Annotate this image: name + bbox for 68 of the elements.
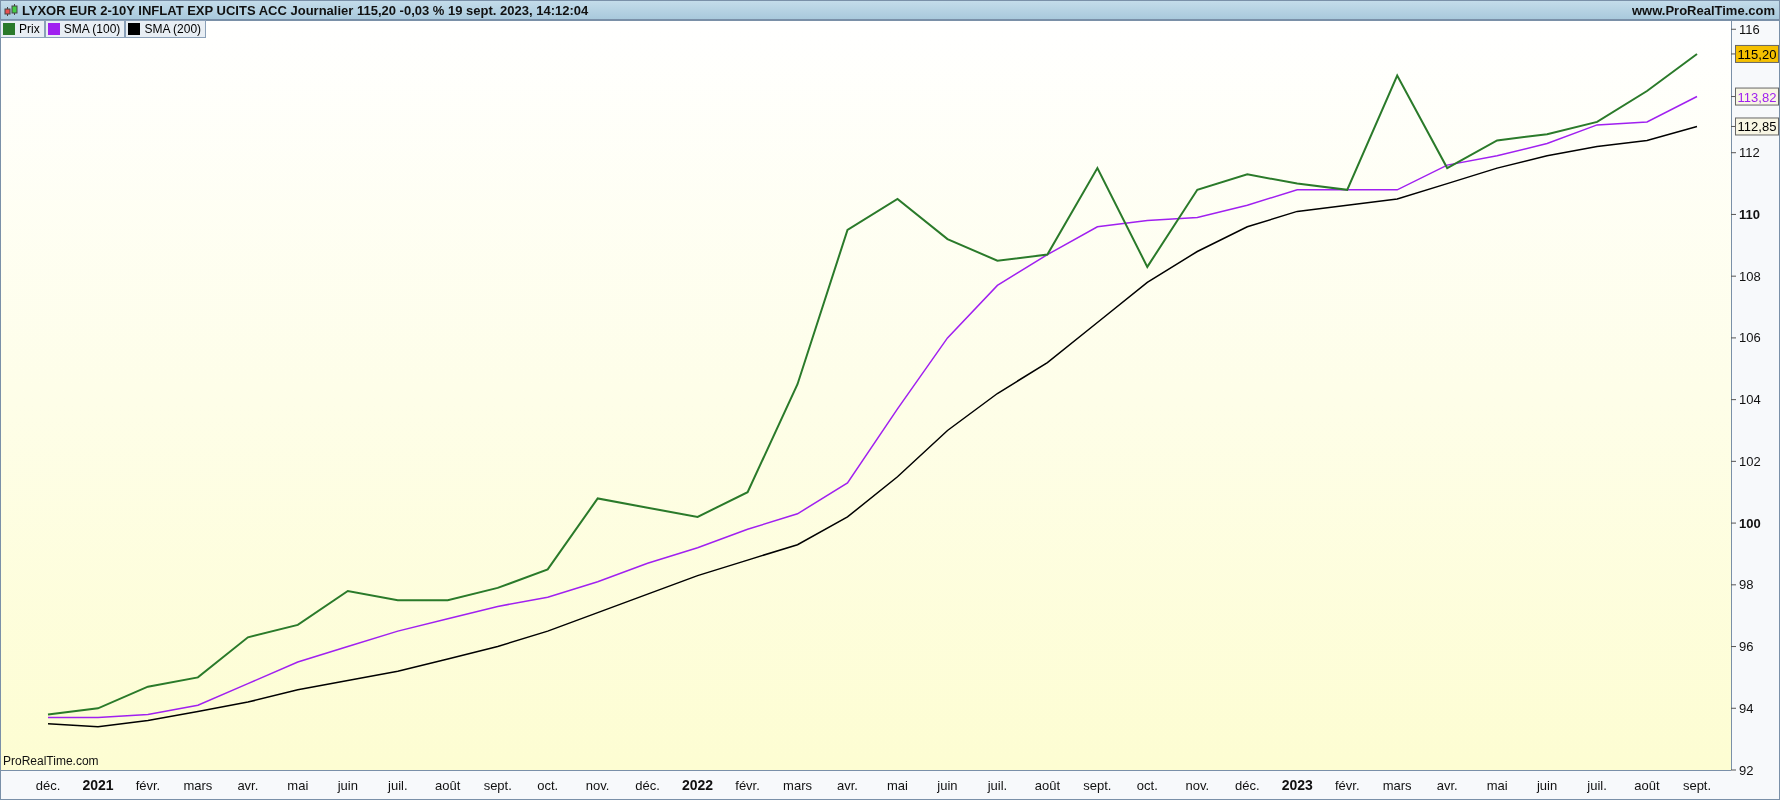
y-axis-label: 98: [1730, 577, 1754, 593]
y-axis-label: 100: [1730, 515, 1761, 531]
y-tick-label: 106: [1739, 330, 1761, 346]
y-tick-label: 112: [1739, 145, 1760, 161]
y-tick-label: 108: [1739, 268, 1761, 284]
y-axis-label: 112: [1730, 145, 1760, 161]
x-axis-label: oct.: [537, 778, 559, 793]
x-axis-label: févr.: [135, 778, 161, 793]
y-axis-label: 116: [1730, 21, 1760, 37]
x-axis-label: juil.: [388, 778, 408, 793]
x-axis-label: sept.: [483, 778, 512, 793]
x-axis-label: avr.: [837, 778, 858, 793]
y-axis-label: 110: [1730, 206, 1760, 222]
x-axis-label: 2023: [1281, 777, 1313, 793]
y-axis-label: 106: [1730, 330, 1761, 346]
x-axis-label: déc.: [35, 778, 61, 793]
candle-icon: [4, 3, 18, 17]
x-axis-label: nov.: [585, 778, 610, 793]
x-axis-label: avr.: [237, 778, 259, 793]
x-axis-label: juin: [1536, 778, 1558, 793]
x-axis-label: juin: [937, 778, 958, 793]
x-axis-label: mai: [887, 778, 908, 793]
y-tick-label: 96: [1739, 639, 1754, 655]
x-axis-label: juil.: [987, 778, 1008, 793]
y-axis-label: 94: [1730, 700, 1754, 716]
x-axis-label: mai: [287, 778, 309, 793]
price-badge: 115,20: [1735, 44, 1779, 63]
x-axis-label: juil.: [1587, 778, 1607, 793]
x-axis-label: 2022: [682, 777, 714, 793]
legend-item[interactable]: Prix: [0, 20, 45, 38]
y-tick-label: 94: [1739, 700, 1754, 716]
y-tick-label: 104: [1739, 392, 1761, 408]
y-axis-label: 96: [1730, 639, 1754, 655]
y-axis-label: 108: [1730, 268, 1761, 284]
website-label: www.ProRealTime.com: [1631, 2, 1775, 18]
x-axis-label: déc.: [1235, 778, 1260, 793]
x-axis-label: mars: [1382, 778, 1412, 793]
x-axis-label: sept.: [1083, 778, 1112, 793]
x-axis-label: mai: [1486, 778, 1508, 793]
x-axis-label: nov.: [1185, 778, 1210, 793]
x-axis-label: août: [1634, 778, 1660, 793]
x-axis-label: juin: [337, 778, 358, 793]
x-axis-label: avr.: [1436, 778, 1458, 793]
y-tick-label: 92: [1739, 762, 1754, 778]
window-title: LYXOR EUR 2-10Y INFLAT EXP UCITS ACC Journalier 115,20 -0,03 % 19 sept. 2023, 14:12:04: [22, 2, 589, 18]
y-tick-label: 116: [1739, 21, 1760, 37]
x-axis-label: févr.: [735, 778, 760, 793]
x-axis-label: 2021: [82, 777, 114, 793]
x-axis-label: sept.: [1682, 778, 1712, 793]
x-axis-label: févr.: [1334, 778, 1360, 793]
x-axis-label: oct.: [1136, 778, 1158, 793]
x-axis-label: août: [1034, 778, 1061, 793]
brand-label: ProRealTime.com: [3, 754, 99, 768]
price-badge: 113,82: [1735, 87, 1779, 106]
y-axis-label: 102: [1730, 453, 1761, 469]
price-badge: 112,85: [1735, 117, 1779, 136]
y-tick-label: 102: [1739, 453, 1761, 469]
legend-item[interactable]: SMA (200): [125, 20, 207, 38]
y-axis-label: 104: [1730, 392, 1761, 408]
x-axis-label: mars: [783, 778, 812, 793]
y-axis-label: 92: [1730, 762, 1754, 778]
x-axis-label: déc.: [635, 778, 660, 793]
x-axis-label: août: [435, 778, 461, 793]
x-axis-label: mars: [183, 778, 213, 793]
legend-item[interactable]: SMA (100): [44, 20, 126, 38]
y-tick-label: 100: [1739, 515, 1761, 531]
y-tick-label: 110: [1739, 206, 1760, 222]
y-tick-label: 98: [1739, 577, 1754, 593]
